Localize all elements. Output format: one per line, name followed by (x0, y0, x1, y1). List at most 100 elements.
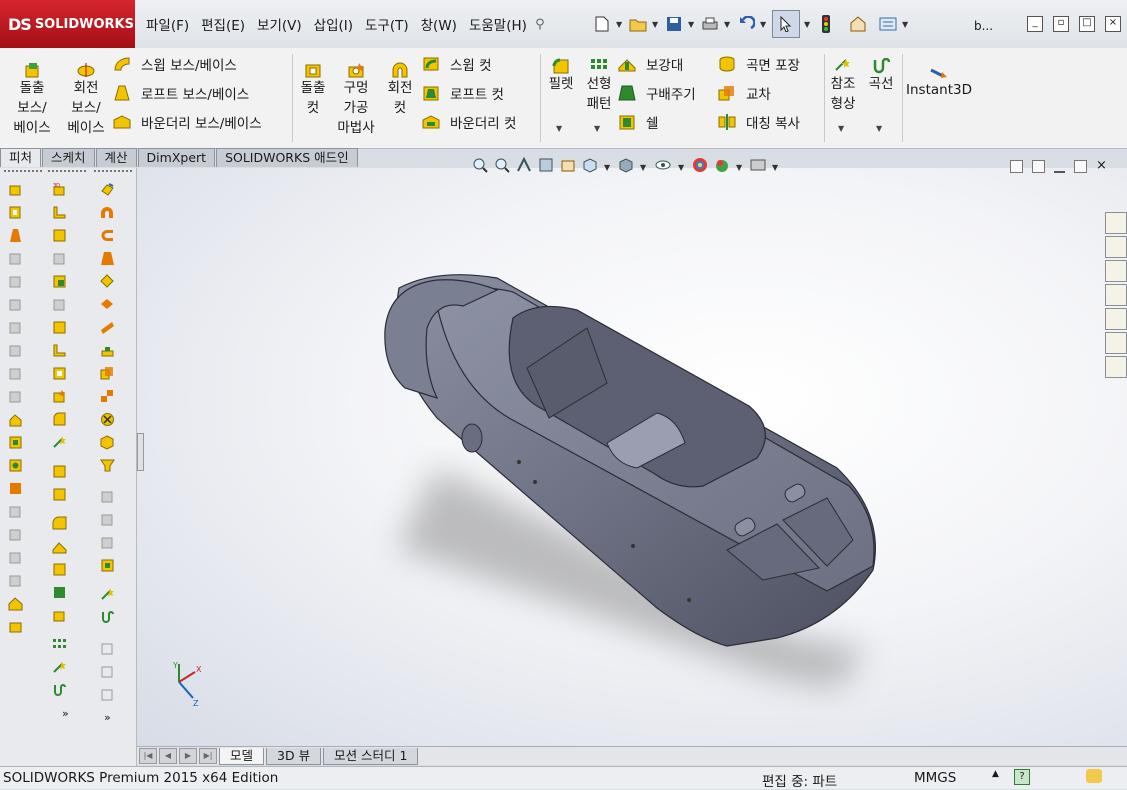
maximize-icon[interactable]: □ (1079, 16, 1095, 32)
chevron-down-icon[interactable]: ▼ (604, 163, 612, 172)
tool-button[interactable] (44, 247, 86, 270)
section-view-icon[interactable] (538, 157, 554, 177)
tool-button[interactable] (0, 615, 42, 638)
split-view-icon[interactable] (1010, 160, 1023, 173)
tool-button[interactable] (0, 431, 42, 454)
zoom-to-fit-icon[interactable] (472, 157, 488, 177)
toolbar-grip[interactable] (4, 170, 42, 176)
tool-button[interactable] (0, 546, 42, 569)
tool-button[interactable] (92, 554, 134, 577)
tab-dimxpert[interactable]: DimXpert (137, 148, 216, 167)
chevron-down-icon[interactable]: ▼ (902, 20, 910, 29)
first-tab-icon[interactable]: |◀ (139, 748, 157, 764)
chevron-down-icon[interactable]: ▼ (678, 163, 686, 172)
draft-button[interactable]: 구배주기 (618, 83, 696, 103)
hide-show-icon[interactable] (654, 157, 672, 177)
select-cursor-icon[interactable] (772, 10, 800, 38)
chevron-down-icon[interactable]: ▼ (838, 124, 844, 133)
chevron-up-icon[interactable]: ▲ (992, 769, 999, 779)
chevron-down-icon[interactable]: ▼ (594, 124, 600, 133)
rebuild-traffic-light-icon[interactable] (816, 14, 836, 34)
tool-button[interactable] (92, 270, 134, 293)
tool-button[interactable] (0, 523, 42, 546)
tab-model[interactable]: 모델 (219, 747, 265, 765)
save-icon[interactable] (664, 14, 684, 34)
chevron-down-icon[interactable]: ▼ (772, 163, 780, 172)
hole-wizard-button[interactable]: 구멍 가공 마법사 (334, 58, 378, 138)
sweep-boss-button[interactable]: 스윕 보스/베이스 (113, 54, 237, 74)
tool-button[interactable] (92, 201, 134, 224)
tool-button[interactable] (0, 178, 42, 201)
minimize-icon[interactable]: _ (1027, 16, 1043, 32)
fillet-button[interactable]: 필렛 (544, 54, 578, 94)
menu-edit[interactable]: 편집(E) (195, 14, 251, 34)
print-icon[interactable] (700, 14, 720, 34)
tool-button[interactable] (92, 683, 134, 706)
tool-button[interactable] (44, 201, 86, 224)
menu-help[interactable]: 도움말(H) (463, 14, 533, 34)
undo-icon[interactable] (736, 14, 756, 34)
tool-button[interactable] (44, 339, 86, 362)
expand-more-icon[interactable]: » (44, 702, 86, 725)
tool-button[interactable] (0, 454, 42, 477)
chevron-down-icon[interactable]: ▼ (760, 20, 768, 29)
tool-button[interactable] (44, 408, 86, 431)
tab-sketch[interactable]: 스케치 (42, 148, 95, 167)
shell-button[interactable]: 쉘 (618, 112, 658, 132)
edit-appearance-icon[interactable] (692, 157, 708, 177)
tool-button[interactable] (44, 604, 86, 627)
tool-button[interactable] (0, 201, 42, 224)
tab-3d-views[interactable]: 3D 뷰 (266, 747, 322, 765)
close-icon[interactable]: × (1096, 159, 1107, 173)
curves-button[interactable]: 곡선 (864, 54, 898, 94)
tool-button[interactable] (0, 385, 42, 408)
tag-icon[interactable] (1086, 769, 1102, 783)
user-label[interactable]: b... (974, 19, 993, 33)
options-icon[interactable] (878, 14, 898, 34)
tool-button[interactable] (44, 316, 86, 339)
open-folder-icon[interactable] (628, 14, 648, 34)
wrap-button[interactable]: 곡면 포장 (718, 54, 800, 74)
restore-icon[interactable] (1074, 160, 1087, 173)
tool-button[interactable] (44, 483, 86, 506)
tool-button[interactable] (92, 454, 134, 477)
tool-button[interactable] (44, 385, 86, 408)
rib-button[interactable]: 보강대 (618, 54, 683, 74)
close-icon[interactable]: × (1105, 16, 1121, 32)
reference-geometry-button[interactable]: 참조 형상 (826, 54, 860, 114)
boundary-cut-button[interactable]: 바운더리 컷 (422, 112, 516, 132)
tool-button[interactable] (44, 656, 86, 679)
extrude-boss-button[interactable]: 돌출 보스/ 베이스 (8, 58, 56, 138)
loft-boss-button[interactable]: 로프트 보스/베이스 (113, 83, 249, 103)
chevron-down-icon[interactable]: ▼ (616, 20, 624, 29)
tab-motion-study[interactable]: 모션 스터디 1 (323, 747, 419, 765)
tab-addins[interactable]: SOLIDWORKS 애드인 (216, 148, 358, 167)
tab-evaluate[interactable]: 계산 (95, 148, 137, 167)
tool-button[interactable] (92, 385, 134, 408)
menu-view[interactable]: 보기(V) (251, 14, 308, 34)
prev-tab-icon[interactable]: ◀ (159, 748, 177, 764)
tool-button[interactable] (0, 316, 42, 339)
toolbar-grip[interactable] (48, 170, 86, 176)
tool-button[interactable] (0, 500, 42, 523)
tool-button[interactable] (44, 679, 86, 702)
tool-button[interactable] (92, 531, 134, 554)
new-document-icon[interactable] (592, 14, 612, 34)
tool-button[interactable] (92, 583, 134, 606)
tool-button[interactable] (44, 633, 86, 656)
minimize-icon[interactable] (1054, 160, 1065, 173)
car-body-model[interactable] (137, 168, 1127, 746)
tool-button[interactable] (0, 569, 42, 592)
tool-button[interactable] (44, 460, 86, 483)
tool-button[interactable] (92, 637, 134, 660)
last-tab-icon[interactable]: ▶| (199, 748, 217, 764)
tool-button[interactable] (92, 485, 134, 508)
tab-features[interactable]: 피처 (0, 148, 42, 167)
restore-icon[interactable]: ▫ (1053, 16, 1069, 32)
tool-button[interactable] (92, 293, 134, 316)
display-style-icon[interactable] (618, 157, 634, 177)
tool-button[interactable] (44, 535, 86, 558)
tool-button[interactable]: 3D (44, 178, 86, 201)
menu-file[interactable]: 파일(F) (140, 14, 195, 34)
view-orientation-icon[interactable] (582, 157, 598, 177)
